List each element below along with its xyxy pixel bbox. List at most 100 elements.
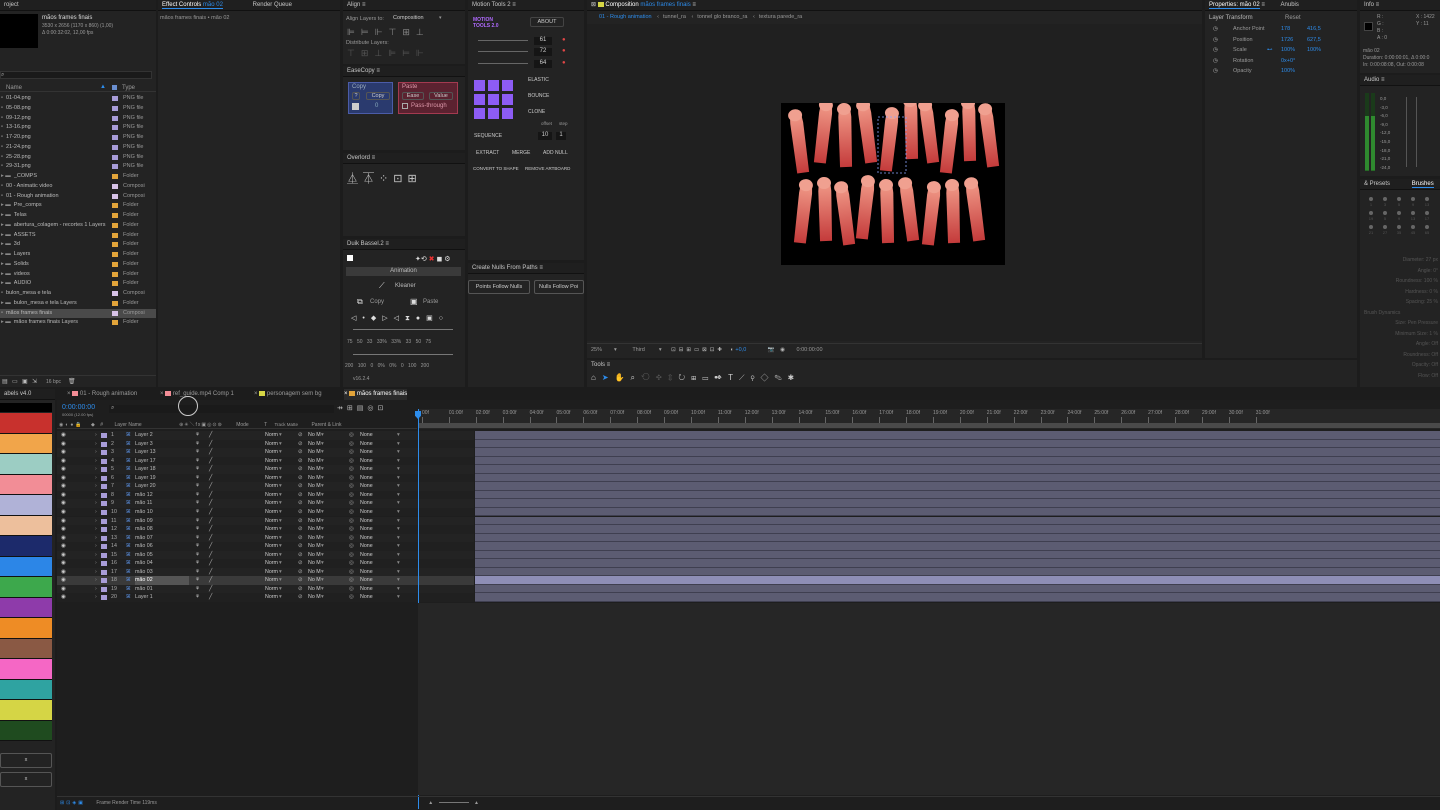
layer-duration-bar[interactable] [475, 482, 1440, 491]
mode-select[interactable]: Norm [265, 508, 278, 517]
transform-property-row[interactable]: ◷ Position 1726 627,5 [1205, 35, 1357, 46]
col-t[interactable]: T [264, 422, 267, 428]
mode-chevron-icon[interactable]: ▾ [279, 585, 282, 594]
duik-tools-icon[interactable]: ✦⟲ [415, 256, 427, 263]
parent-pickwhip-icon[interactable]: ◎ [349, 440, 354, 449]
project-item[interactable]: ▸ ▬ bulon_mesa e tela Layers Folder [0, 299, 156, 309]
label-swatch[interactable] [112, 164, 118, 170]
zoom-tool-icon[interactable]: ⌕ [631, 373, 641, 382]
quality-switch-icon[interactable]: ╱ [209, 448, 212, 457]
label-swatch[interactable] [101, 458, 107, 464]
label-swatch[interactable] [101, 450, 107, 456]
brush-tip[interactable]: 35 [1392, 225, 1406, 235]
quality-switch-icon[interactable]: ╱ [209, 431, 212, 440]
brush-tip[interactable]: 5 [1378, 211, 1392, 221]
expand-arrow-icon[interactable]: › [95, 517, 97, 526]
mode-select[interactable]: Norm [265, 465, 278, 474]
shy-switch-icon[interactable]: ⚘ [195, 525, 200, 534]
graph-editor-icon[interactable]: ⊡ [377, 405, 387, 412]
track-matte-select[interactable]: No M [308, 482, 321, 491]
expand-arrow-icon[interactable]: › [95, 525, 97, 534]
quality-switch-icon[interactable]: ╱ [209, 440, 212, 449]
expand-arrow-icon[interactable]: › [95, 440, 97, 449]
mode-chevron-icon[interactable]: ▾ [279, 576, 282, 585]
project-item[interactable]: ▫ mãos frames finais Composi [0, 308, 156, 319]
label-swatch[interactable] [101, 518, 107, 524]
track-chevron-icon[interactable]: ▾ [321, 465, 324, 474]
visibility-icon[interactable]: ◉ [61, 474, 66, 483]
mode-chevron-icon[interactable]: ▾ [279, 457, 282, 466]
expand-arrow-icon[interactable]: › [95, 491, 97, 500]
mode-chevron-icon[interactable]: ▾ [279, 534, 282, 543]
dist-hcenter-icon[interactable]: ⊨ [402, 48, 416, 58]
quality-switch-icon[interactable]: ╱ [209, 576, 212, 585]
mode-select[interactable]: Norm [265, 499, 278, 508]
quality-switch-icon[interactable]: ╱ [209, 568, 212, 577]
brush-min-size[interactable]: Minimum Size: 1 % [1364, 329, 1438, 340]
property-value-1[interactable]: 100% [1281, 45, 1295, 56]
mode-select[interactable]: Norm [265, 568, 278, 577]
project-item[interactable]: ▸ ▬ AUDIO Folder [0, 279, 156, 289]
quality-switch-icon[interactable]: ╱ [209, 474, 212, 483]
brush-angle[interactable]: Angle: 0° [1364, 266, 1438, 277]
layer-row[interactable]: ◉ › 18 ꕤ mão 02 ⚘ ╱ Norm ▾ ⊘ No M ▾ ◎ None ▾ [57, 576, 474, 585]
visibility-icon[interactable]: ◉ [61, 440, 66, 449]
breadcrumb-item[interactable]: textura parede_ra [759, 14, 802, 20]
layer-row[interactable]: ◉ › 4 ꕤ Layer 17 ⚘ ╱ Norm ▾ ⊘ No M ▾ ◎ None ▾ [57, 456, 474, 466]
parent-select[interactable]: None [360, 534, 373, 543]
brush-tip[interactable]: 13 [1420, 197, 1434, 207]
brush-tip[interactable]: 19 [1364, 211, 1378, 221]
layer-duration-bar[interactable] [475, 559, 1440, 568]
col-layer-name[interactable]: Layer Name [114, 422, 141, 428]
track-matte-select[interactable]: No M [308, 568, 321, 577]
track-matte-icon[interactable]: ⊘ [298, 457, 302, 466]
project-item[interactable]: ▫ 29-31.png PNG file [0, 162, 156, 172]
bounce-button[interactable]: BOUNCE [528, 93, 549, 99]
audio-tab[interactable]: Audio ≡ [1360, 75, 1440, 86]
property-value-1[interactable]: 178 [1281, 24, 1290, 35]
interpret-icon[interactable]: ▤ [2, 378, 8, 385]
layer-duration-bar[interactable] [475, 456, 1440, 466]
eraser-tool-icon[interactable]: ◇ [761, 373, 775, 382]
project-item[interactable]: ▸ ▬ ASSETS Folder [0, 231, 156, 241]
label-swatch[interactable] [112, 174, 118, 179]
align-hcenter-icon[interactable]: ⊨ [361, 27, 375, 37]
track-matte-icon[interactable]: ⊘ [298, 431, 302, 440]
brush-tip[interactable]: 27 [1378, 225, 1392, 235]
brush-tip[interactable]: 13 [1406, 211, 1420, 221]
layer-duration-bar[interactable] [475, 490, 1440, 500]
track-chevron-icon[interactable]: ▾ [321, 474, 324, 483]
brush-diameter[interactable]: Diameter: 27 px [1364, 255, 1438, 266]
layer-name[interactable]: mão 10 [135, 508, 189, 517]
breadcrumb-item[interactable]: tunnel_ra [663, 14, 686, 20]
info-tab[interactable]: Info ≡ [1360, 0, 1440, 11]
copy-slot-icon[interactable] [352, 103, 359, 110]
shy-switch-icon[interactable]: ⚘ [195, 585, 200, 594]
property-value-2[interactable]: 627,5 [1307, 35, 1321, 46]
timeline-timecode[interactable]: 0:00:00:00 [62, 404, 95, 411]
visibility-icon[interactable]: ◉ [61, 499, 66, 508]
anchor-grid[interactable] [474, 80, 513, 119]
duik-copy-icon[interactable]: ⧉ [357, 297, 363, 307]
shy-switch-icon[interactable]: ⚘ [195, 559, 200, 568]
duik-tab[interactable]: Duik Bassel.2 ≡ [343, 239, 465, 250]
mode-chevron-icon[interactable]: ▾ [279, 517, 282, 526]
parent-select[interactable]: None [360, 551, 373, 560]
track-chevron-icon[interactable]: ▾ [321, 559, 324, 568]
mt-slider-3[interactable] [478, 63, 528, 64]
track-chevron-icon[interactable]: ▾ [321, 431, 324, 440]
property-value-2[interactable]: 100% [1307, 45, 1321, 56]
duik-logo-icon[interactable] [347, 255, 353, 261]
parent-chevron-icon[interactable]: ▾ [397, 593, 400, 602]
label-color-swatch[interactable] [0, 597, 52, 618]
mode-chevron-icon[interactable]: ▾ [279, 448, 282, 457]
motion-blur-icon[interactable]: ◎ [367, 405, 377, 412]
visibility-icon[interactable]: ◉ [61, 568, 66, 577]
label-swatch[interactable] [101, 501, 107, 507]
parent-chevron-icon[interactable]: ▾ [397, 499, 400, 508]
col-type[interactable]: Type [122, 85, 135, 91]
shy-switch-icon[interactable]: ⚘ [195, 534, 200, 543]
zoom-slider[interactable] [438, 802, 469, 804]
overlord-tab[interactable]: Overlord ≡ [343, 153, 465, 164]
parent-pickwhip-icon[interactable]: ◎ [349, 568, 354, 577]
